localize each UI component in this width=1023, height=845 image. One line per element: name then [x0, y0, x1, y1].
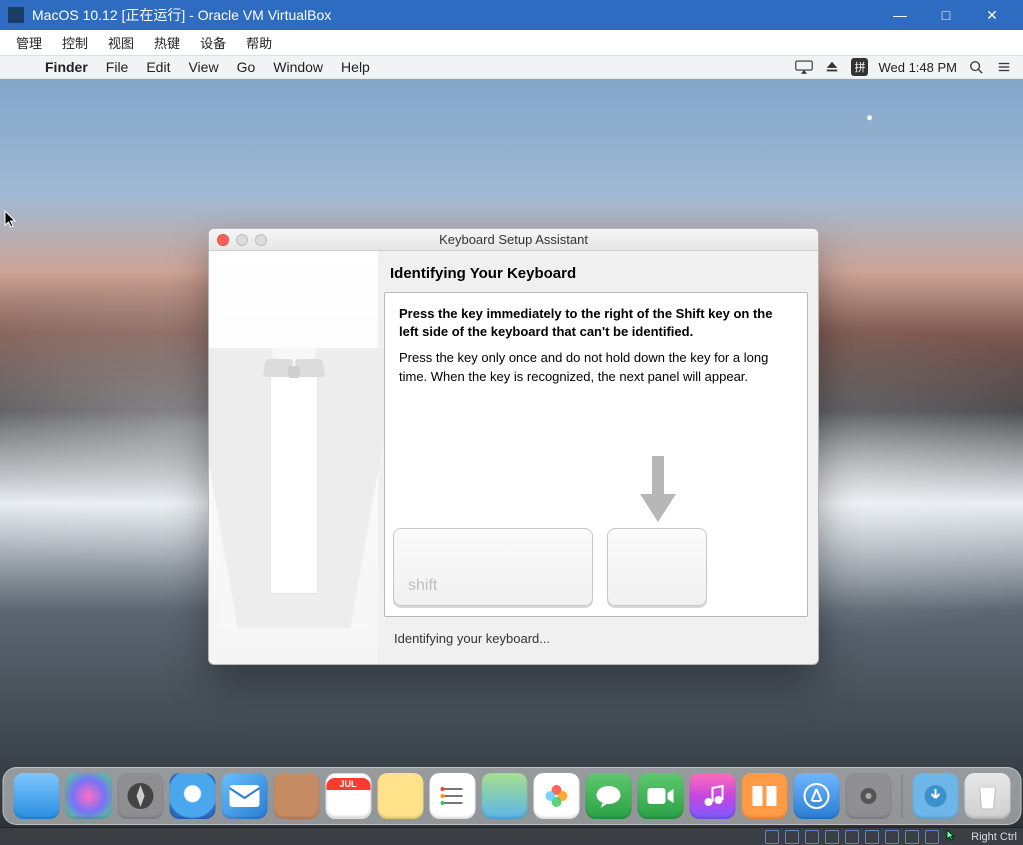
status-usb-icon[interactable] [805, 830, 819, 844]
guest-display: Finder File Edit View Go Window Help 拼 W… [0, 56, 1023, 827]
dock-mail-icon[interactable] [221, 773, 267, 819]
dock-launchpad-icon[interactable] [117, 773, 163, 819]
mouse-cursor-icon [4, 210, 18, 233]
virtualbox-title: MacOS 10.12 [正在运行] - Oracle VM VirtualBo… [32, 5, 331, 25]
dock-appstore-icon[interactable] [793, 773, 839, 819]
traffic-lights [217, 234, 267, 246]
host-key-indicator: Right Ctrl [971, 831, 1017, 843]
dock-trash-icon[interactable] [964, 773, 1010, 819]
dock: JUL 4 [2, 767, 1021, 825]
status-vm-icon[interactable] [925, 830, 939, 844]
shift-key-label: shift [408, 577, 437, 595]
vb-menu-help[interactable]: 帮助 [236, 31, 282, 54]
close-button[interactable]: ✕ [969, 0, 1015, 30]
virtualbox-titlebar[interactable]: MacOS 10.12 [正在运行] - Oracle VM VirtualBo… [0, 0, 1023, 30]
assistant-title: Keyboard Setup Assistant [439, 232, 588, 247]
zoom-traffic-button [255, 234, 267, 246]
vb-menu-control[interactable]: 控制 [52, 31, 98, 54]
vb-menu-devices[interactable]: 设备 [190, 31, 236, 54]
minimize-button[interactable]: — [877, 0, 923, 30]
dock-notes-icon[interactable] [377, 773, 423, 819]
dock-finder-icon[interactable] [13, 773, 59, 819]
dock-itunes-icon[interactable] [689, 773, 735, 819]
assistant-titlebar[interactable]: Keyboard Setup Assistant [209, 229, 818, 251]
dock-safari-icon[interactable] [169, 773, 215, 819]
dock-photos-icon[interactable] [533, 773, 579, 819]
keyboard-setup-assistant-window[interactable]: Keyboard Setup Assistant Identifying You… [208, 228, 819, 665]
assistant-heading: Identifying Your Keyboard [390, 265, 808, 282]
airplay-icon[interactable] [795, 60, 813, 74]
close-traffic-button[interactable] [217, 234, 229, 246]
spotlight-icon[interactable] [967, 60, 985, 74]
minimize-traffic-button [236, 234, 248, 246]
menu-help[interactable]: Help [332, 59, 379, 75]
assistant-status-text: Identifying your keyboard... [384, 617, 808, 654]
dock-facetime-icon[interactable] [637, 773, 683, 819]
calendar-month: JUL [326, 778, 370, 790]
menu-edit[interactable]: Edit [137, 59, 179, 75]
maximize-button[interactable]: □ [923, 0, 969, 30]
virtualbox-icon [8, 7, 24, 23]
menubar-status-area: 拼 Wed 1:48 PM [785, 58, 1013, 76]
virtualbox-statusbar: Right Ctrl [0, 827, 1023, 845]
assistant-instruction: Press the key only once and do not hold … [399, 349, 793, 385]
target-key-graphic [607, 528, 707, 606]
dock-messages-icon[interactable] [585, 773, 631, 819]
dock-calendar-icon[interactable]: JUL 4 [325, 773, 371, 819]
assistant-panel: Press the key immediately to the right o… [384, 292, 808, 617]
dock-siri-icon[interactable] [65, 773, 111, 819]
shift-key-graphic: shift [393, 528, 593, 606]
vb-menu-manage[interactable]: 管理 [6, 31, 52, 54]
assistant-bold-instruction: Press the key immediately to the right o… [399, 305, 793, 341]
arrow-down-icon [638, 456, 678, 524]
menu-go[interactable]: Go [228, 59, 265, 75]
virtualbox-menubar: 管理 控制 视图 热键 设备 帮助 [0, 30, 1023, 56]
mac-menubar: Finder File Edit View Go Window Help 拼 W… [0, 56, 1023, 79]
dock-reminders-icon[interactable] [429, 773, 475, 819]
ime-indicator[interactable]: 拼 [851, 58, 868, 76]
status-hdd-icon[interactable] [765, 830, 779, 844]
dock-contacts-icon[interactable] [273, 773, 319, 819]
status-network-icon[interactable] [845, 830, 859, 844]
status-audio-icon[interactable] [865, 830, 879, 844]
vb-menu-hotkeys[interactable]: 热键 [144, 31, 190, 54]
menu-view[interactable]: View [179, 59, 227, 75]
menu-file[interactable]: File [97, 59, 138, 75]
status-mouse-icon[interactable] [945, 828, 959, 845]
eject-icon[interactable] [823, 60, 841, 74]
menu-window[interactable]: Window [264, 59, 332, 75]
status-display-icon[interactable] [885, 830, 899, 844]
notification-center-icon[interactable] [995, 60, 1013, 74]
assistant-sidebar-graphic [209, 251, 378, 664]
status-record-icon[interactable] [905, 830, 919, 844]
active-app-name[interactable]: Finder [36, 59, 97, 75]
vb-menu-view[interactable]: 视图 [98, 31, 144, 54]
window-buttons: — □ ✕ [877, 0, 1015, 30]
dock-maps-icon[interactable] [481, 773, 527, 819]
dock-separator [901, 774, 902, 818]
key-graphic: shift [393, 528, 707, 606]
dock-downloads-icon[interactable] [912, 773, 958, 819]
dock-system-preferences-icon[interactable] [845, 773, 891, 819]
dock-ibooks-icon[interactable] [741, 773, 787, 819]
status-sdcard-icon[interactable] [825, 830, 839, 844]
status-cd-icon[interactable] [785, 830, 799, 844]
clock[interactable]: Wed 1:48 PM [878, 60, 957, 75]
